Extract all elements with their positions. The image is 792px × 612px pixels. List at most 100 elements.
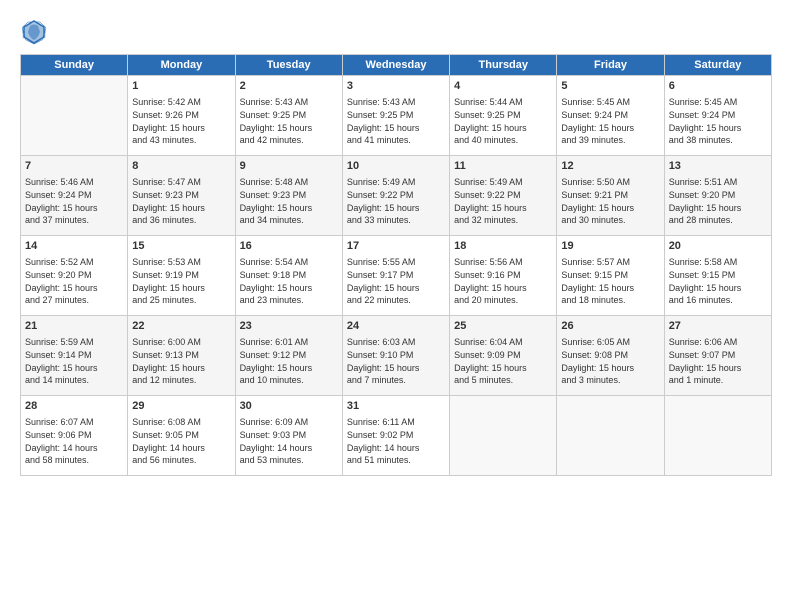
day-info: Daylight: 15 hours (347, 202, 445, 215)
day-info: Sunset: 9:20 PM (669, 189, 767, 202)
day-info: and 53 minutes. (240, 454, 338, 467)
day-info: Sunset: 9:21 PM (561, 189, 659, 202)
day-info: Sunrise: 5:50 AM (561, 176, 659, 189)
day-info: Sunrise: 5:54 AM (240, 256, 338, 269)
day-info: and 30 minutes. (561, 214, 659, 227)
day-info: and 39 minutes. (561, 134, 659, 147)
day-info: Sunrise: 5:56 AM (454, 256, 552, 269)
day-info: and 38 minutes. (669, 134, 767, 147)
calendar-cell: 1Sunrise: 5:42 AMSunset: 9:26 PMDaylight… (128, 76, 235, 156)
day-info: Daylight: 15 hours (561, 202, 659, 215)
day-info: Sunrise: 6:05 AM (561, 336, 659, 349)
day-number: 26 (561, 319, 659, 334)
calendar-cell: 28Sunrise: 6:07 AMSunset: 9:06 PMDayligh… (21, 396, 128, 476)
day-info: Daylight: 15 hours (454, 282, 552, 295)
calendar-cell: 31Sunrise: 6:11 AMSunset: 9:02 PMDayligh… (342, 396, 449, 476)
calendar-cell: 2Sunrise: 5:43 AMSunset: 9:25 PMDaylight… (235, 76, 342, 156)
day-info: Sunset: 9:26 PM (132, 109, 230, 122)
day-info: Daylight: 15 hours (669, 362, 767, 375)
day-info: Daylight: 15 hours (669, 122, 767, 135)
day-info: and 22 minutes. (347, 294, 445, 307)
day-info: Sunrise: 5:43 AM (240, 96, 338, 109)
day-number: 20 (669, 239, 767, 254)
day-info: Daylight: 15 hours (347, 122, 445, 135)
calendar-week: 7Sunrise: 5:46 AMSunset: 9:24 PMDaylight… (21, 156, 772, 236)
day-info: Sunrise: 5:45 AM (561, 96, 659, 109)
day-number: 2 (240, 79, 338, 94)
calendar-cell: 13Sunrise: 5:51 AMSunset: 9:20 PMDayligh… (664, 156, 771, 236)
day-info: and 58 minutes. (25, 454, 123, 467)
calendar-cell: 21Sunrise: 5:59 AMSunset: 9:14 PMDayligh… (21, 316, 128, 396)
day-info: and 28 minutes. (669, 214, 767, 227)
day-info: and 34 minutes. (240, 214, 338, 227)
day-info: and 40 minutes. (454, 134, 552, 147)
day-info: Sunset: 9:06 PM (25, 429, 123, 442)
calendar-cell: 4Sunrise: 5:44 AMSunset: 9:25 PMDaylight… (450, 76, 557, 156)
day-number: 6 (669, 79, 767, 94)
day-number: 29 (132, 399, 230, 414)
calendar-cell: 10Sunrise: 5:49 AMSunset: 9:22 PMDayligh… (342, 156, 449, 236)
day-number: 28 (25, 399, 123, 414)
day-info: and 51 minutes. (347, 454, 445, 467)
day-info: Daylight: 15 hours (132, 362, 230, 375)
day-info: Sunrise: 5:49 AM (347, 176, 445, 189)
day-info: Sunrise: 5:55 AM (347, 256, 445, 269)
calendar-week: 28Sunrise: 6:07 AMSunset: 9:06 PMDayligh… (21, 396, 772, 476)
day-info: Sunset: 9:24 PM (669, 109, 767, 122)
day-info: Sunrise: 6:09 AM (240, 416, 338, 429)
day-header: Monday (128, 55, 235, 76)
day-info: Daylight: 15 hours (669, 282, 767, 295)
calendar-cell: 29Sunrise: 6:08 AMSunset: 9:05 PMDayligh… (128, 396, 235, 476)
day-number: 11 (454, 159, 552, 174)
day-info: Sunrise: 5:47 AM (132, 176, 230, 189)
day-number: 12 (561, 159, 659, 174)
day-info: Daylight: 15 hours (669, 202, 767, 215)
day-number: 3 (347, 79, 445, 94)
calendar-cell: 11Sunrise: 5:49 AMSunset: 9:22 PMDayligh… (450, 156, 557, 236)
day-header: Friday (557, 55, 664, 76)
day-info: Daylight: 15 hours (25, 202, 123, 215)
day-info: Daylight: 15 hours (240, 282, 338, 295)
header-row: SundayMondayTuesdayWednesdayThursdayFrid… (21, 55, 772, 76)
day-info: Sunset: 9:10 PM (347, 349, 445, 362)
calendar-cell: 22Sunrise: 6:00 AMSunset: 9:13 PMDayligh… (128, 316, 235, 396)
day-info: Sunset: 9:18 PM (240, 269, 338, 282)
calendar-table: SundayMondayTuesdayWednesdayThursdayFrid… (20, 54, 772, 476)
day-number: 14 (25, 239, 123, 254)
calendar-week: 14Sunrise: 5:52 AMSunset: 9:20 PMDayligh… (21, 236, 772, 316)
day-info: Daylight: 14 hours (25, 442, 123, 455)
day-info: and 25 minutes. (132, 294, 230, 307)
day-info: Sunset: 9:22 PM (347, 189, 445, 202)
day-info: Sunrise: 6:08 AM (132, 416, 230, 429)
day-info: and 36 minutes. (132, 214, 230, 227)
calendar-cell (21, 76, 128, 156)
day-number: 18 (454, 239, 552, 254)
calendar-cell: 18Sunrise: 5:56 AMSunset: 9:16 PMDayligh… (450, 236, 557, 316)
day-info: Sunset: 9:25 PM (347, 109, 445, 122)
day-info: Sunrise: 5:59 AM (25, 336, 123, 349)
day-info: Daylight: 15 hours (454, 202, 552, 215)
day-number: 17 (347, 239, 445, 254)
day-info: Sunset: 9:24 PM (25, 189, 123, 202)
day-info: Daylight: 15 hours (132, 282, 230, 295)
calendar-cell: 17Sunrise: 5:55 AMSunset: 9:17 PMDayligh… (342, 236, 449, 316)
day-info: Daylight: 15 hours (132, 122, 230, 135)
day-info: Daylight: 14 hours (347, 442, 445, 455)
day-number: 16 (240, 239, 338, 254)
calendar-cell: 24Sunrise: 6:03 AMSunset: 9:10 PMDayligh… (342, 316, 449, 396)
calendar-cell: 30Sunrise: 6:09 AMSunset: 9:03 PMDayligh… (235, 396, 342, 476)
day-info: Daylight: 15 hours (240, 362, 338, 375)
logo (20, 18, 52, 46)
day-info: Sunset: 9:20 PM (25, 269, 123, 282)
day-info: Sunrise: 6:06 AM (669, 336, 767, 349)
calendar-week: 21Sunrise: 5:59 AMSunset: 9:14 PMDayligh… (21, 316, 772, 396)
day-info: Sunrise: 5:44 AM (454, 96, 552, 109)
calendar-week: 1Sunrise: 5:42 AMSunset: 9:26 PMDaylight… (21, 76, 772, 156)
day-info: and 18 minutes. (561, 294, 659, 307)
calendar-cell: 6Sunrise: 5:45 AMSunset: 9:24 PMDaylight… (664, 76, 771, 156)
day-info: Sunrise: 5:42 AM (132, 96, 230, 109)
day-info: Sunset: 9:12 PM (240, 349, 338, 362)
header (20, 18, 772, 46)
day-info: Sunset: 9:15 PM (561, 269, 659, 282)
calendar-cell (557, 396, 664, 476)
